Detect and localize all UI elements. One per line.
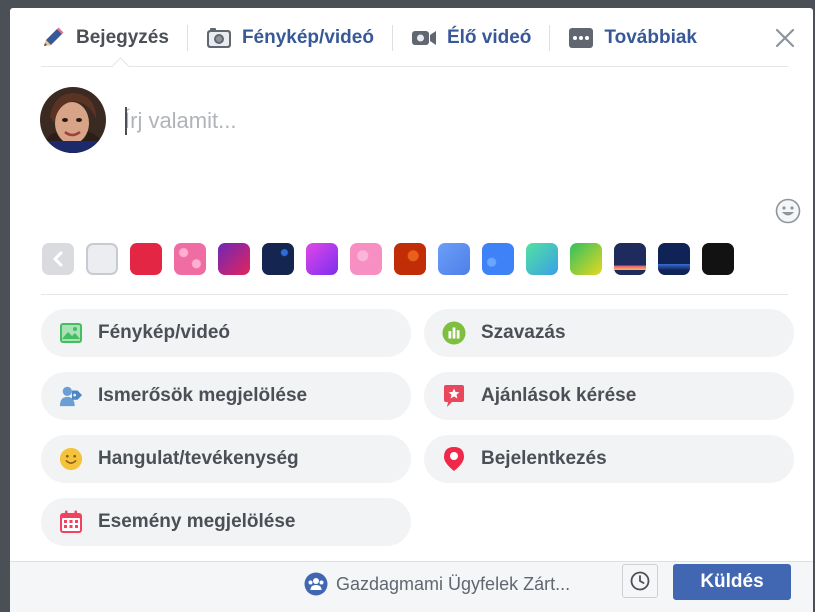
group-icon — [304, 572, 328, 596]
poll-icon — [442, 321, 466, 345]
tab-photo-video-label: Fénykép/videó — [241, 27, 374, 48]
tabs-divider — [41, 66, 788, 67]
location-pin-icon — [442, 447, 466, 471]
action-recommendations-label: Ajánlások kérése — [481, 385, 637, 406]
tab-post-label: Bejegyzés — [76, 27, 169, 48]
action-photo-video[interactable]: Fénykép/videó — [41, 309, 411, 357]
section-divider — [41, 294, 788, 295]
tab-live-video[interactable]: Élő videó — [411, 8, 531, 68]
pencil-icon — [40, 27, 66, 49]
swatch-night-city[interactable] — [614, 243, 646, 275]
action-tag-friends-label: Ismerősök megjelölése — [98, 385, 308, 406]
close-icon — [775, 28, 795, 48]
action-tag-friends[interactable]: Ismerősök megjelölése — [41, 372, 411, 420]
schedule-button[interactable] — [622, 564, 658, 598]
tag-friends-icon — [59, 384, 83, 408]
text-cursor — [125, 107, 127, 135]
more-icon — [568, 27, 594, 49]
swatch-blue-gradient[interactable] — [438, 243, 470, 275]
swatch-black[interactable] — [702, 243, 734, 275]
send-button[interactable]: Küldés — [673, 564, 791, 600]
swatch-red-pattern[interactable] — [394, 243, 426, 275]
action-poll-label: Szavazás — [481, 322, 566, 343]
swatch-plain[interactable] — [86, 243, 118, 275]
tab-separator — [186, 25, 188, 51]
video-camera-icon — [411, 27, 437, 49]
swatch-dark-blue-pattern[interactable] — [262, 243, 294, 275]
action-feeling-activity[interactable]: Hangulat/tevékenység — [41, 435, 411, 483]
recommendation-icon — [442, 384, 466, 408]
smiley-icon — [59, 447, 83, 471]
tab-photo-video[interactable]: Fénykép/videó — [206, 8, 374, 68]
tab-separator — [391, 25, 393, 51]
emoji-icon — [775, 198, 801, 224]
tab-post[interactable]: Bejegyzés — [40, 8, 169, 68]
swatch-purple-red-gradient[interactable] — [218, 243, 250, 275]
close-button[interactable] — [771, 24, 799, 52]
swatch-navy-wave[interactable] — [658, 243, 690, 275]
background-picker — [42, 243, 734, 275]
swatch-back-button[interactable] — [42, 243, 74, 275]
calendar-icon — [59, 510, 83, 534]
avatar — [40, 87, 106, 153]
emoji-button[interactable] — [775, 198, 801, 224]
swatch-teal-gradient[interactable] — [526, 243, 558, 275]
composer-tabs: Bejegyzés Fénykép/videó Élő videó Tovább… — [10, 8, 813, 68]
swatch-pink-hearts[interactable] — [174, 243, 206, 275]
post-composer: Bejegyzés Fénykép/videó Élő videó Tovább… — [10, 8, 813, 612]
action-check-in-label: Bejelentkezés — [481, 448, 607, 469]
tab-live-video-label: Élő videó — [446, 27, 532, 48]
tab-more[interactable]: Továbbiak — [568, 8, 697, 68]
action-feeling-activity-label: Hangulat/tevékenység — [98, 448, 299, 469]
post-text-input[interactable] — [122, 105, 726, 137]
swatch-pink-pattern[interactable] — [350, 243, 382, 275]
audience-selector-button[interactable]: Gazdagmami Ügyfelek Zárt... — [304, 572, 570, 596]
swatch-blue-pattern[interactable] — [482, 243, 514, 275]
swatch-green-yellow-gradient[interactable] — [570, 243, 602, 275]
photo-icon — [59, 321, 83, 345]
action-recommendations[interactable]: Ajánlások kérése — [424, 372, 794, 420]
chevron-left-icon — [53, 251, 63, 267]
action-photo-video-label: Fénykép/videó — [98, 322, 230, 343]
tab-separator — [549, 25, 551, 51]
action-event[interactable]: Esemény megjelölése — [41, 498, 411, 546]
tab-more-label: Továbbiak — [604, 27, 697, 48]
audience-label: Gazdagmami Ügyfelek Zárt... — [336, 573, 571, 594]
action-event-label: Esemény megjelölése — [98, 511, 296, 532]
camera-icon — [206, 27, 232, 49]
action-check-in[interactable]: Bejelentkezés — [424, 435, 794, 483]
swatch-purple-gradient[interactable] — [306, 243, 338, 275]
clock-icon — [630, 571, 650, 591]
swatch-red[interactable] — [130, 243, 162, 275]
action-poll[interactable]: Szavazás — [424, 309, 794, 357]
